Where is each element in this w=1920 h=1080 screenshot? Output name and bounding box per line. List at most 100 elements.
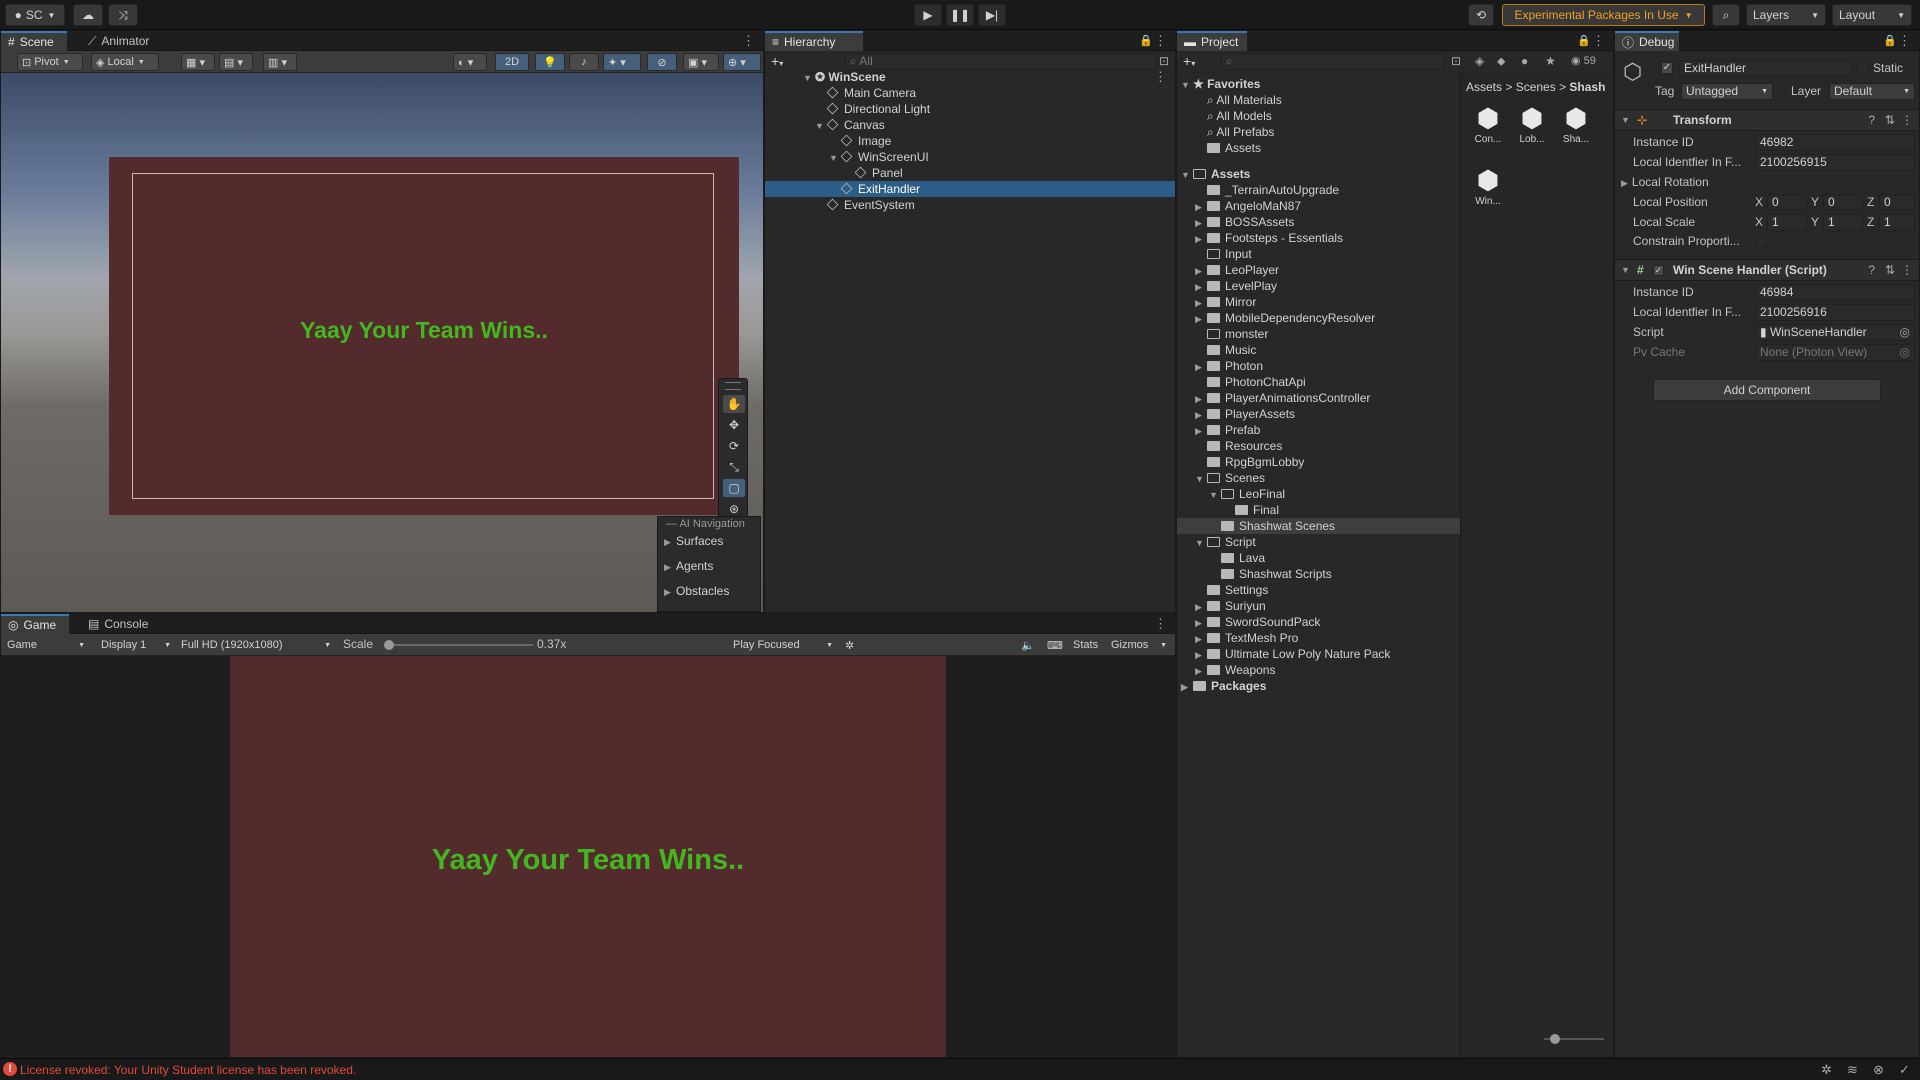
lock-icon[interactable]: 🔒 <box>1577 34 1591 47</box>
favorite-item[interactable]: Assets <box>1207 140 1261 156</box>
search-icon[interactable]: ⌕ <box>1712 4 1740 26</box>
shading-mode-icon[interactable]: ◐ ▾ <box>453 53 487 71</box>
hidden-packages-button[interactable]: ◉ 59 <box>1571 54 1596 67</box>
help-icon[interactable]: ? <box>1868 260 1875 280</box>
tab-project[interactable]: ▬ Project <box>1177 31 1247 51</box>
folder-item-selected[interactable]: Shashwat Scenes <box>1177 518 1460 534</box>
folder-item[interactable]: ▶ Suriyun <box>1195 598 1266 614</box>
favorite-item[interactable]: ⌕ All Models <box>1207 108 1272 124</box>
scene-canvas-panel[interactable]: Yaay Your Team Wins.. <box>109 157 739 515</box>
folder-item[interactable]: ▼ LeoFinal <box>1209 486 1285 502</box>
audio-icon[interactable]: ♪ <box>569 53 599 71</box>
folder-item[interactable]: ▶ LevelPlay <box>1195 278 1277 294</box>
check-icon[interactable]: ✓ <box>1899 1062 1910 1078</box>
kebab-menu-icon[interactable]: ⋮ <box>1898 33 1911 49</box>
folder-item[interactable]: ▼ Script <box>1195 534 1256 550</box>
lock-icon[interactable]: 🔒 <box>1883 34 1897 47</box>
local-rotation-foldout[interactable]: ▶ Local Rotation <box>1621 174 1709 191</box>
folder-item[interactable]: RpgBgmLobby <box>1207 454 1304 470</box>
kebab-menu-icon[interactable]: ⋮ <box>1154 616 1167 632</box>
scale-x-field[interactable]: 1 <box>1767 214 1807 231</box>
hand-tool-icon[interactable]: ✋ <box>723 395 745 413</box>
favorites-header[interactable]: ▼ ★ Favorites <box>1181 76 1260 92</box>
tab-console[interactable]: ▤ Console <box>81 614 155 634</box>
folder-item[interactable]: ▶ AngeloMaN87 <box>1195 198 1301 214</box>
scale-z-field[interactable]: 1 <box>1879 214 1915 231</box>
kebab-menu-icon[interactable]: ⋮ <box>1154 69 1167 85</box>
play-button[interactable]: ▶ <box>914 4 942 26</box>
kebab-menu-icon[interactable]: ⋮ <box>1154 33 1167 49</box>
hierarchy-item[interactable]: Image <box>840 133 891 149</box>
scale-y-field[interactable]: 1 <box>1823 214 1863 231</box>
kebab-menu-icon[interactable]: ⋮ <box>1901 110 1913 130</box>
scale-slider[interactable] <box>384 640 533 650</box>
folder-item[interactable]: ▶ Ultimate Low Poly Nature Pack <box>1195 646 1390 662</box>
breadcrumb-item[interactable]: Scenes <box>1516 80 1556 94</box>
collab-icon[interactable]: ⤨ <box>108 4 138 26</box>
tab-scene[interactable]: # Scene <box>1 31 67 51</box>
hierarchy-item-selected[interactable]: ExitHandler <box>765 181 1175 197</box>
pv-cache-field[interactable]: None (Photon View) ◎ <box>1755 344 1915 361</box>
account-button[interactable]: ● SC ▼ <box>5 4 65 26</box>
packages-header[interactable]: ▶ Packages <box>1181 678 1266 694</box>
breadcrumb-item[interactable]: Assets <box>1466 80 1502 94</box>
layout-dropdown[interactable]: Layout ▼ <box>1832 4 1912 26</box>
folder-item[interactable]: ▶ Footsteps - Essentials <box>1195 230 1343 246</box>
scene-asset[interactable]: ⬢ Win... <box>1468 165 1508 207</box>
folder-item[interactable]: Music <box>1207 342 1256 358</box>
add-component-button[interactable]: Add Component <box>1653 379 1881 401</box>
scene-asset[interactable]: ⬢ Lob... <box>1512 103 1552 145</box>
overlay-obstacles[interactable]: ▶ Obstacles <box>664 583 729 599</box>
effects-icon[interactable]: ✦ ▾ <box>603 53 641 71</box>
folder-item[interactable]: ▶ LeoPlayer <box>1195 262 1279 278</box>
breadcrumb-item[interactable]: Shash <box>1569 80 1605 94</box>
game-select[interactable]: Game ▼ <box>3 636 89 654</box>
grid-snap-icon[interactable]: ▦ ▾ <box>181 53 215 71</box>
hierarchy-item[interactable]: Directional Light <box>826 101 930 117</box>
object-picker-icon[interactable]: ◎ <box>1900 345 1910 360</box>
folder-item[interactable]: ▶ TextMesh Pro <box>1195 630 1298 646</box>
scale-slider-thumb[interactable] <box>384 640 394 650</box>
hierarchy-search-input[interactable]: ⌕ All <box>845 53 1157 70</box>
active-checkbox[interactable]: ✓ <box>1661 62 1673 74</box>
tab-game[interactable]: ◎ Game <box>1 614 69 634</box>
favorite-item[interactable]: ⌕ All Prefabs <box>1207 124 1274 140</box>
keyboard-icon[interactable]: ⌨ <box>1043 636 1065 654</box>
tag-icon[interactable]: ⬥ <box>1497 54 1505 69</box>
folder-item[interactable]: monster <box>1207 326 1268 342</box>
lock-icon[interactable]: 🔒 <box>1139 34 1153 47</box>
toggle-2d-button[interactable]: 2D <box>495 53 529 71</box>
search-by-type-icon[interactable]: ⊡ <box>1451 54 1461 68</box>
game-viewport[interactable]: Yaay Your Team Wins.. <box>1 656 1175 1057</box>
network-icon[interactable]: ⊗ <box>1873 1062 1884 1078</box>
hierarchy-item[interactable]: EventSystem <box>826 197 915 213</box>
scene-visibility-icon[interactable]: ⊡ <box>1159 54 1169 68</box>
folder-item[interactable]: Shashwat Scripts <box>1221 566 1332 582</box>
hierarchy-item[interactable]: ▼ Canvas <box>815 117 885 133</box>
layer-dropdown[interactable]: Default ▼ <box>1829 83 1915 100</box>
hidden-objects-icon[interactable]: ⊘ <box>647 53 677 71</box>
folder-item[interactable]: ▶ MobileDependencyResolver <box>1195 310 1375 326</box>
static-checkbox[interactable] <box>1857 62 1869 74</box>
overlay-agents[interactable]: ▶ Agents <box>664 558 713 574</box>
folder-item[interactable]: ▶ SwordSoundPack <box>1195 614 1320 630</box>
folder-item[interactable]: Input <box>1207 246 1252 262</box>
increment-snap-icon[interactable]: ▥ ▾ <box>263 53 297 71</box>
favorite-item[interactable]: ⌕ All Materials <box>1207 92 1282 108</box>
kebab-menu-icon[interactable]: ⋮ <box>742 33 755 49</box>
play-focused-select[interactable]: Play Focused ▼ <box>729 636 837 654</box>
help-icon[interactable]: ? <box>1868 110 1875 130</box>
drag-handle-icon[interactable] <box>725 382 741 390</box>
warning-icon[interactable]: ● <box>1521 54 1528 68</box>
folder-item[interactable]: ▶ Mirror <box>1195 294 1256 310</box>
tag-dropdown[interactable]: Untagged ▼ <box>1681 83 1773 100</box>
scene-asset[interactable]: ⬢ Con... <box>1468 103 1508 145</box>
preset-icon[interactable]: ⇅ <box>1885 110 1895 130</box>
instance-id-field[interactable]: 46982 <box>1755 134 1915 151</box>
project-search-input[interactable]: ⌕ <box>1221 53 1445 70</box>
folder-item[interactable]: _TerrainAutoUpgrade <box>1207 182 1339 198</box>
pause-button[interactable]: ❚❚ <box>946 4 974 26</box>
add-icon[interactable]: +▾ <box>771 53 783 69</box>
folder-item[interactable]: ▶ BOSSAssets <box>1195 214 1294 230</box>
tab-animator[interactable]: ⟋ Animator <box>81 31 156 51</box>
